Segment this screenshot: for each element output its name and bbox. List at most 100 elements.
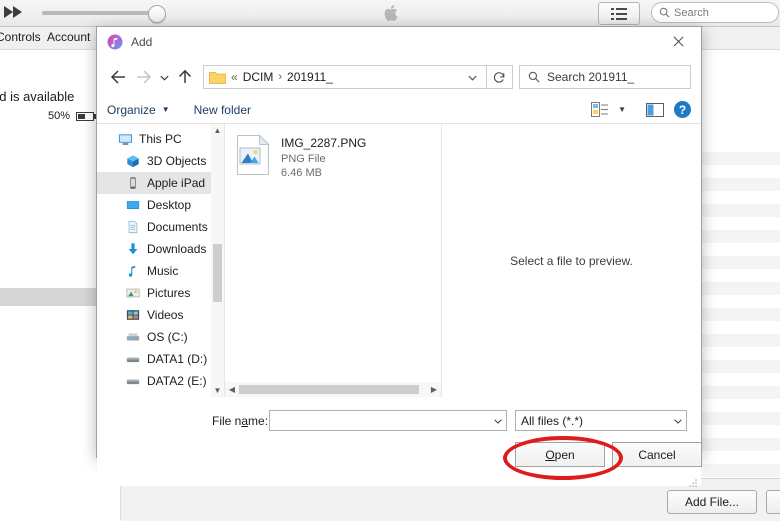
file-name: IMG_2287.PNG (281, 136, 367, 150)
itunes-search-placeholder: Search (674, 6, 709, 19)
preview-pane-icon[interactable] (645, 101, 665, 118)
dialog-command-bar: Organize ▼ New folder ▼ ? (97, 96, 701, 124)
tree-item-os-c[interactable]: OS (C:) (97, 326, 224, 348)
tablet-icon (125, 175, 141, 191)
file-metadata: IMG_2287.PNG PNG File 6.46 MB (281, 134, 366, 179)
file-size: 6.46 MB (281, 167, 322, 179)
scrollbar-track[interactable] (239, 382, 427, 397)
tree-item-label: Downloads (147, 242, 207, 256)
tree-item-this-pc[interactable]: This PC (97, 128, 224, 150)
organize-button[interactable]: Organize ▼ (107, 103, 170, 117)
tree-item-documents[interactable]: Documents (97, 216, 224, 238)
drive-icon (125, 373, 141, 389)
harddrive-icon (125, 329, 141, 345)
fast-forward-icon[interactable] (2, 4, 26, 20)
file-type-filter-select[interactable]: All files (*.*) (515, 410, 687, 431)
open-button[interactable]: Open (515, 442, 605, 467)
volume-slider-handle[interactable] (148, 5, 166, 23)
resize-grip-icon[interactable] (688, 474, 698, 487)
file-list-pane: IMG_2287.PNG PNG File 6.46 MB ◀ ▶ (225, 124, 442, 397)
itunes-icon (107, 34, 123, 50)
file-list-item[interactable]: IMG_2287.PNG PNG File 6.46 MB (225, 124, 441, 179)
search-icon (528, 71, 540, 83)
tree-item-label: Music (147, 264, 179, 278)
file-name-input[interactable] (269, 410, 507, 431)
tree-item-music[interactable]: Music (97, 260, 224, 282)
breadcrumb: « DCIM › 201911_ (231, 70, 333, 84)
tree-item-label: 3D Objects (147, 154, 207, 168)
preview-pane: Select a file to preview. (442, 124, 701, 397)
file-name-label: File name: (212, 414, 269, 428)
back-button[interactable] (107, 65, 131, 89)
chevron-left-icon[interactable]: ◀ (225, 382, 239, 397)
tree-item-label: Documents (147, 220, 208, 234)
scrollbar-thumb[interactable] (239, 385, 419, 394)
navigation-pane: This PC 3D Objects Apple iPad Desktop Do… (97, 124, 225, 397)
chevron-down-icon[interactable] (669, 411, 686, 430)
scroll-up-icon[interactable]: ▲ (211, 124, 224, 137)
dialog-navigation-row: « DCIM › 201911_ Search 201911_ (97, 58, 701, 96)
address-bar[interactable]: « DCIM › 201911_ (203, 65, 487, 89)
breadcrumb-item-dcim[interactable]: DCIM (243, 70, 274, 84)
battery-icon (76, 112, 94, 121)
apple-logo-icon (380, 2, 402, 24)
chevron-down-icon[interactable] (489, 411, 506, 430)
volume-slider[interactable] (42, 11, 157, 15)
dialog-body: This PC 3D Objects Apple iPad Desktop Do… (97, 124, 701, 397)
itunes-toolbar: Search (0, 0, 780, 27)
tree-item-3d-objects[interactable]: 3D Objects (97, 150, 224, 172)
help-icon[interactable]: ? (674, 101, 691, 118)
tree-item-label: Apple iPad (147, 176, 206, 190)
tree-item-downloads[interactable]: Downloads (97, 238, 224, 260)
chevron-right-icon[interactable]: ▶ (427, 382, 441, 397)
organize-label: Organize (107, 102, 156, 117)
menu-item-controls[interactable]: Controls (0, 30, 41, 44)
itunes-list-view-button[interactable] (598, 2, 640, 25)
caret-down-icon: ▼ (161, 105, 170, 114)
refresh-icon[interactable] (487, 65, 513, 89)
chevron-down-icon[interactable] (461, 72, 484, 83)
tree-item-label: Desktop (147, 198, 192, 212)
file-list-horizontal-scrollbar[interactable]: ◀ ▶ (225, 382, 441, 397)
navigation-tree: This PC 3D Objects Apple iPad Desktop Do… (97, 124, 224, 392)
breadcrumb-item-201911[interactable]: 201911_ (287, 70, 333, 84)
cancel-button[interactable]: Cancel (612, 442, 702, 467)
navigation-pane-scrollbar[interactable]: ▲ ▼ (211, 124, 224, 397)
tree-item-data2-e[interactable]: DATA2 (E:) (97, 370, 224, 392)
desktop-icon (125, 197, 141, 213)
tree-item-pictures[interactable]: Pictures (97, 282, 224, 304)
menu-item-account[interactable]: Account (47, 30, 90, 44)
drive-icon (125, 351, 141, 367)
tree-item-label: Pictures (147, 286, 191, 300)
up-button[interactable] (173, 65, 197, 89)
tree-item-apple-ipad[interactable]: Apple iPad (97, 172, 224, 194)
tree-item-label: OS (C:) (147, 330, 188, 344)
image-file-icon (235, 134, 271, 176)
breadcrumb-overflow[interactable]: « (231, 70, 238, 84)
breadcrumb-separator: › (278, 71, 283, 83)
scroll-down-icon[interactable]: ▼ (211, 384, 224, 397)
preview-message: Select a file to preview. (510, 253, 633, 268)
itunes-search-field[interactable]: Search (651, 2, 779, 23)
recent-locations-button[interactable] (155, 65, 173, 89)
music-note-icon (125, 263, 141, 279)
tree-item-desktop[interactable]: Desktop (97, 194, 224, 216)
close-icon[interactable] (656, 27, 701, 56)
view-options-icon[interactable] (589, 101, 609, 118)
cube-icon (125, 153, 141, 169)
open-label: Open (545, 447, 575, 462)
battery-percent-label: 50% (48, 110, 71, 122)
tree-item-videos[interactable]: Videos (97, 304, 224, 326)
tree-item-data1-d[interactable]: DATA1 (D:) (97, 348, 224, 370)
dialog-title-bar: Add (97, 27, 701, 58)
dialog-title: Add (131, 35, 153, 49)
search-input[interactable]: Search 201911_ (519, 65, 691, 89)
tree-item-label: DATA1 (D:) (147, 352, 208, 366)
new-folder-button[interactable]: New folder (194, 103, 251, 117)
dialog-footer: File name: All files (*.*) Open Cancel (97, 397, 702, 487)
view-caret-down-icon[interactable]: ▼ (618, 105, 626, 114)
update-available-text: ad is available (0, 89, 75, 104)
secondary-footer-button[interactable] (766, 490, 780, 514)
scrollbar-thumb[interactable] (213, 244, 222, 302)
add-file-button[interactable]: Add File... (667, 490, 757, 514)
